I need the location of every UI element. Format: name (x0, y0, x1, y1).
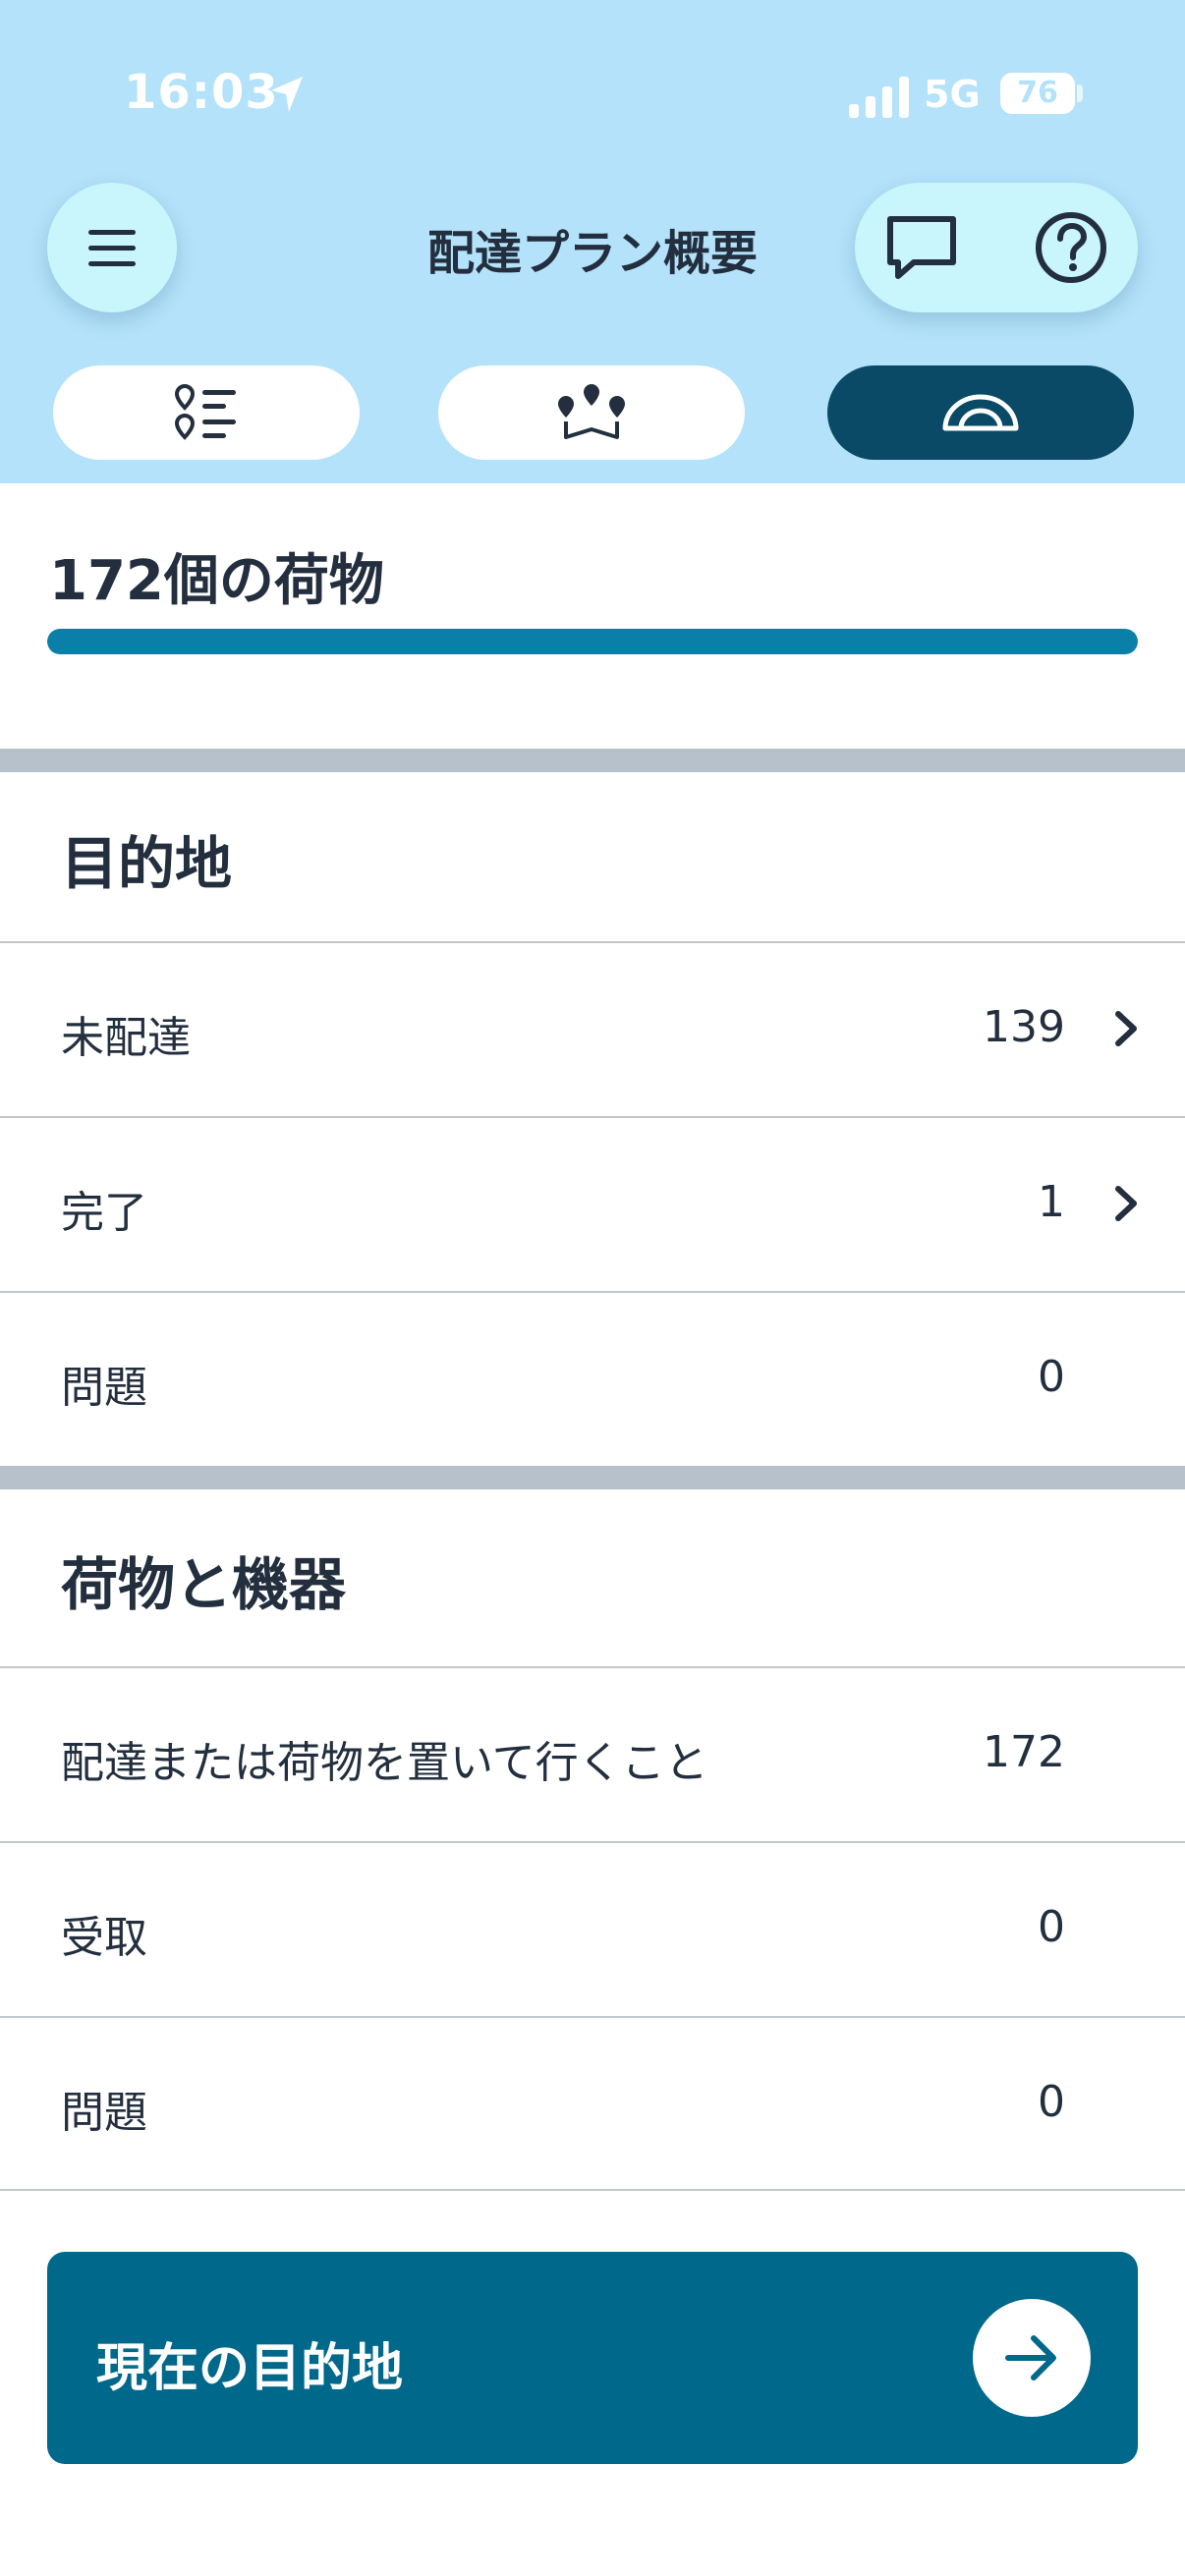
packages-equipment-heading: 荷物と機器 (61, 1551, 347, 1618)
header-actions (855, 183, 1138, 312)
battery-icon: 76 (1000, 73, 1075, 114)
row-value: 139 (983, 1002, 1065, 1052)
destination-row-completed[interactable]: 完了 1 (0, 1116, 1185, 1291)
destinations-heading: 目的地 (61, 830, 233, 897)
chevron-right-icon (1115, 1011, 1137, 1046)
menu-button[interactable] (47, 183, 177, 312)
row-value: 1 (1038, 1177, 1065, 1227)
row-label: 問題 (61, 2088, 147, 2138)
row-label: 配達または荷物を置いて行くこと (61, 1738, 708, 1788)
tab-list-view[interactable] (53, 365, 360, 460)
section-divider (0, 1466, 1185, 1489)
section-divider (0, 749, 1185, 772)
package-count-title: 172個の荷物 (49, 549, 384, 613)
arrow-right-icon (1005, 2335, 1056, 2380)
row-label: 受取 (61, 1913, 147, 1963)
status-time: 16:03 (124, 65, 279, 120)
chevron-right-icon (1115, 1186, 1137, 1221)
destination-row-problems: 問題 0 (0, 1291, 1185, 1466)
page-title: 配達プラン概要 (426, 226, 758, 281)
equipment-row-deliver: 配達または荷物を置いて行くこと 172 (0, 1666, 1185, 1841)
hamburger-menu-icon (88, 230, 136, 266)
location-arrow-icon (271, 77, 303, 112)
gauge-icon (942, 394, 1019, 431)
row-label: 未配達 (61, 1013, 191, 1063)
signal-icon (849, 77, 909, 118)
destination-row-undelivered[interactable]: 未配達 139 (0, 941, 1185, 1116)
help-button[interactable] (1032, 208, 1110, 287)
row-value: 0 (1038, 2077, 1065, 2127)
progress-bar (47, 629, 1138, 654)
progress-fill (47, 629, 1138, 654)
tab-summary-view[interactable] (827, 365, 1134, 460)
question-mark-icon (1036, 212, 1106, 283)
cta-label: 現在の目的地 (96, 2339, 404, 2398)
list-pins-icon (175, 383, 236, 440)
chat-bubble-icon (887, 216, 956, 279)
equipment-row-pickup: 受取 0 (0, 1841, 1185, 2016)
row-label: 完了 (61, 1188, 147, 1238)
current-destination-button[interactable]: 現在の目的地 (47, 2252, 1138, 2464)
row-label: 問題 (61, 1363, 147, 1413)
tab-map-view[interactable] (438, 365, 745, 460)
route-map-icon (558, 384, 625, 439)
status-bar: 16:03 5G 76 (0, 0, 1185, 177)
chat-button[interactable] (882, 208, 961, 287)
network-type: 5G (924, 73, 981, 116)
row-value: 172 (983, 1727, 1065, 1777)
row-value: 0 (1038, 1902, 1065, 1952)
battery-tip (1077, 84, 1083, 102)
equipment-row-problems: 問題 0 (0, 2016, 1185, 2191)
arrow-circle (973, 2299, 1091, 2417)
row-value: 0 (1038, 1352, 1065, 1402)
